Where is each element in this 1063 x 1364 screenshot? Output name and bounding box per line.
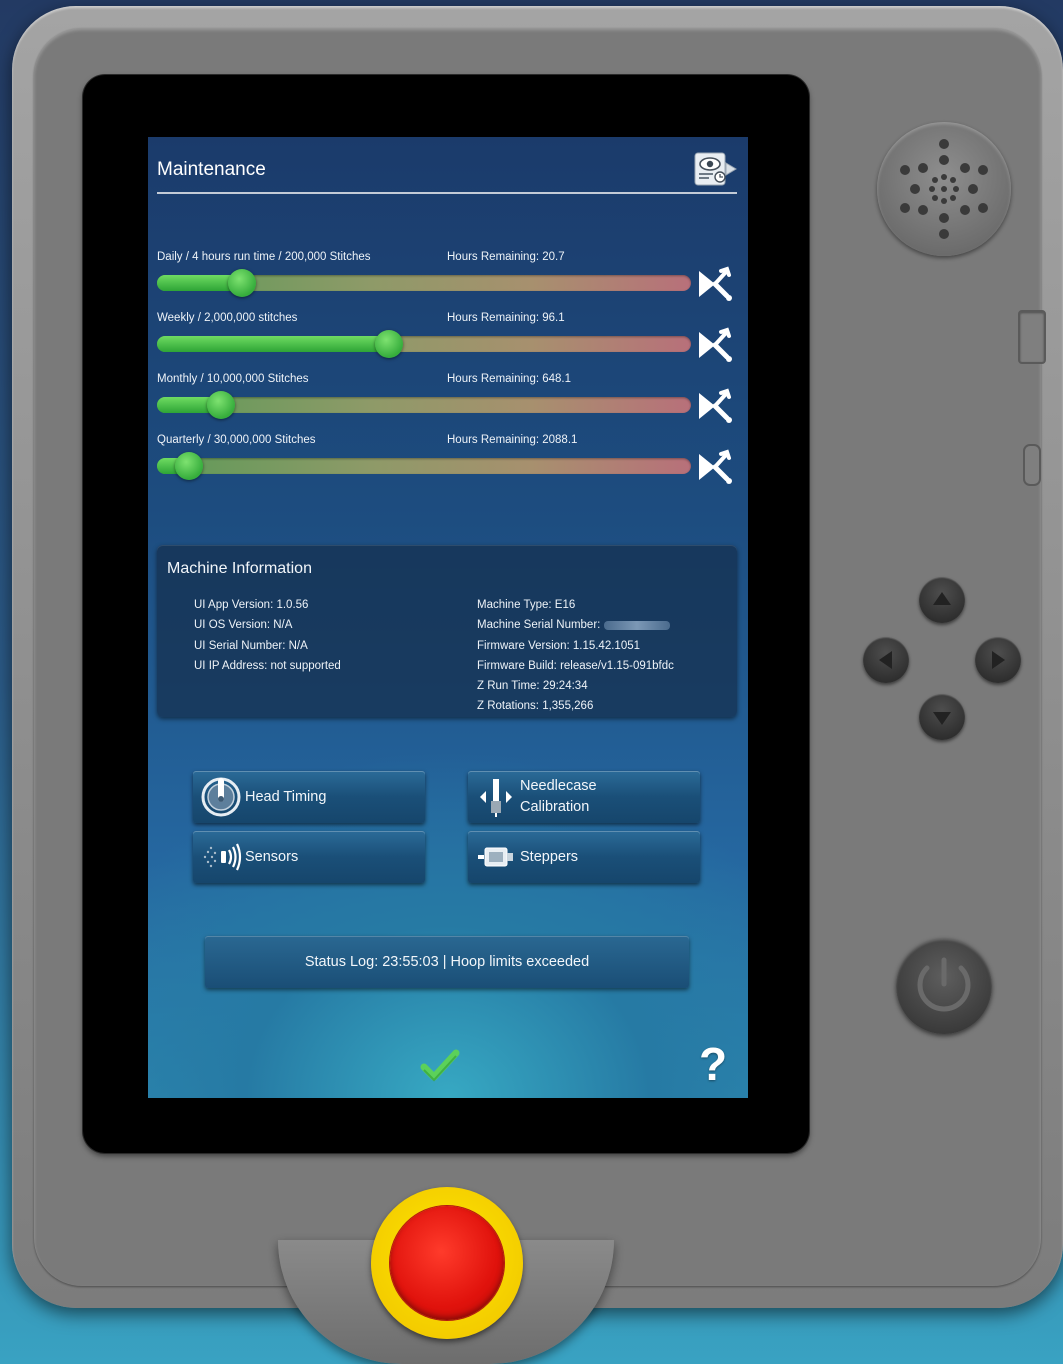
arrow-down-icon bbox=[933, 712, 951, 725]
hours-remaining: Hours Remaining: 96.1 bbox=[447, 312, 565, 324]
maintenance-label: Quarterly / 30,000,000 Stitches bbox=[157, 434, 316, 446]
firmware-version: Firmware Version: 1.15.42.1051 bbox=[477, 639, 641, 652]
arrow-up-icon bbox=[933, 592, 951, 605]
needlecase-label-line2: Calibration bbox=[520, 799, 590, 815]
machine-info-column: Machine Type: E16 Machine Serial Number:… bbox=[477, 595, 674, 717]
needlecase-calibration-button[interactable]: Needlecase Calibration bbox=[468, 771, 700, 823]
progress-thumb[interactable] bbox=[175, 452, 204, 480]
progress-thumb[interactable] bbox=[375, 330, 404, 358]
reset-maintenance-button[interactable] bbox=[695, 387, 735, 425]
head-timing-label: Head Timing bbox=[245, 788, 327, 805]
touch-screen: Maintenance Daily / 4 hours run time / 2… bbox=[148, 137, 748, 1098]
dpad-down-button[interactable] bbox=[919, 694, 965, 740]
settings-camera-icon bbox=[694, 152, 737, 186]
help-button[interactable]: ? bbox=[693, 1039, 733, 1089]
sensors-button[interactable]: Sensors bbox=[193, 831, 425, 883]
z-rotations: Z Rotations: 1,355,266 bbox=[477, 700, 594, 713]
ui-info-column: UI App Version: 1.0.56 UI OS Version: N/… bbox=[194, 595, 341, 676]
machine-information-panel: Machine Information UI App Version: 1.0.… bbox=[157, 545, 737, 717]
maintenance-progress-bar[interactable] bbox=[157, 452, 691, 480]
maintenance-monthly: Monthly / 10,000,000 Stitches Hours Rema… bbox=[157, 373, 742, 433]
reset-maintenance-button[interactable] bbox=[695, 326, 735, 364]
machine-serial-label: Machine Serial Number: bbox=[477, 619, 601, 632]
tool-reset-icon bbox=[699, 449, 732, 484]
needlecase-calibration-label: Needlecase Calibration bbox=[520, 776, 597, 818]
head-timing-button[interactable]: Head Timing bbox=[193, 771, 425, 823]
maintenance-progress-bar[interactable] bbox=[157, 391, 691, 419]
card-slot bbox=[1023, 444, 1041, 486]
machine-serial-number: Machine Serial Number: bbox=[477, 615, 674, 635]
maintenance-label: Weekly / 2,000,000 stitches bbox=[157, 312, 298, 324]
speaker-grille bbox=[877, 122, 1011, 256]
steppers-label: Steppers bbox=[520, 848, 579, 865]
ui-app-version: UI App Version: 1.0.56 bbox=[194, 599, 309, 611]
z-run-time: Z Run Time: 29:24:34 bbox=[477, 680, 588, 693]
dpad-up-button[interactable] bbox=[919, 577, 965, 623]
hours-remaining: Hours Remaining: 2088.1 bbox=[447, 434, 578, 446]
arrow-left-icon bbox=[879, 651, 892, 669]
maintenance-weekly: Weekly / 2,000,000 stitches Hours Remain… bbox=[157, 312, 742, 372]
sensors-label: Sensors bbox=[245, 848, 299, 865]
tool-reset-icon bbox=[699, 388, 732, 423]
maintenance-quarterly: Quarterly / 30,000,000 Stitches Hours Re… bbox=[157, 434, 742, 494]
steppers-button[interactable]: Steppers bbox=[468, 831, 700, 883]
progress-thumb[interactable] bbox=[207, 391, 236, 419]
needlecase-icon bbox=[480, 779, 512, 817]
emergency-stop-button[interactable] bbox=[371, 1187, 523, 1339]
dpad-right-button[interactable] bbox=[975, 637, 1021, 683]
machine-type: Machine Type: E16 bbox=[477, 599, 576, 611]
power-icon bbox=[917, 957, 971, 1012]
progress-thumb[interactable] bbox=[228, 269, 257, 297]
ui-os-version: UI OS Version: N/A bbox=[194, 619, 293, 632]
tool-reset-icon bbox=[699, 327, 732, 362]
checkmark-icon bbox=[420, 1049, 460, 1082]
usb-port bbox=[1018, 310, 1046, 364]
maintenance-daily: Daily / 4 hours run time / 200,000 Stitc… bbox=[157, 251, 742, 311]
reset-maintenance-button[interactable] bbox=[695, 448, 735, 486]
maintenance-progress-bar[interactable] bbox=[157, 330, 691, 358]
arrow-right-icon bbox=[992, 651, 1005, 669]
timing-icon bbox=[201, 777, 241, 817]
needlecase-label-line1: Needlecase bbox=[520, 778, 597, 794]
firmware-build: Firmware Build: release/v1.15-091bfdc bbox=[477, 659, 674, 672]
maintenance-label: Monthly / 10,000,000 Stitches bbox=[157, 373, 309, 385]
sensor-icon bbox=[203, 843, 242, 871]
power-button[interactable] bbox=[896, 938, 992, 1034]
page-title: Maintenance bbox=[157, 159, 266, 180]
panel-title: Machine Information bbox=[167, 560, 312, 577]
hours-remaining: Hours Remaining: 20.7 bbox=[447, 251, 565, 263]
help-icon: ? bbox=[698, 1038, 728, 1090]
hours-remaining: Hours Remaining: 648.1 bbox=[447, 373, 572, 385]
settings-button[interactable] bbox=[694, 151, 738, 187]
ui-serial-number: UI Serial Number: N/A bbox=[194, 639, 308, 652]
status-log[interactable]: Status Log: 23:55:03 | Hoop limits excee… bbox=[205, 936, 689, 988]
ui-ip-address: UI IP Address: not supported bbox=[194, 659, 341, 672]
emergency-stop-cap bbox=[390, 1206, 504, 1320]
confirm-button[interactable] bbox=[420, 1047, 460, 1083]
maintenance-progress-bar[interactable] bbox=[157, 269, 691, 297]
progress-fill bbox=[157, 336, 390, 352]
stepper-icon bbox=[478, 847, 513, 867]
maintenance-label: Daily / 4 hours run time / 200,000 Stitc… bbox=[157, 251, 371, 263]
title-divider bbox=[157, 192, 737, 194]
redacted-serial bbox=[604, 620, 671, 630]
speaker-icon bbox=[900, 139, 988, 239]
reset-maintenance-button[interactable] bbox=[695, 265, 735, 303]
dpad-left-button[interactable] bbox=[863, 637, 909, 683]
tool-reset-icon bbox=[699, 266, 732, 301]
